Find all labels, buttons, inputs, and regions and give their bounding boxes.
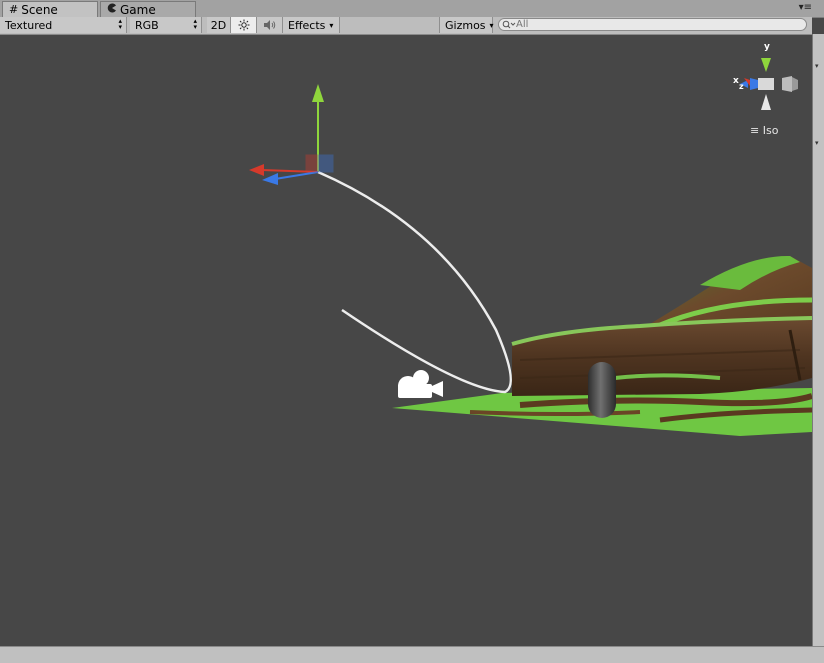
path-curve[interactable] <box>317 170 512 394</box>
orientation-gizmo[interactable]: y x z <box>730 42 800 112</box>
collapse-arrow-icon: ▾ <box>815 62 819 70</box>
sun-icon <box>238 19 249 31</box>
capsule-object[interactable] <box>588 362 616 418</box>
tab-menu-icon[interactable]: ▾≡ <box>799 2 812 13</box>
render-mode-value: RGB <box>135 18 159 32</box>
render-mode-dropdown[interactable]: RGB ▴ ▾ <box>130 17 202 33</box>
tab-scene[interactable]: # Scene <box>2 1 98 17</box>
dropdown-arrows-icon: ▴ ▾ <box>118 17 122 31</box>
projection-label: Iso <box>762 124 779 137</box>
y-axis-arrow-icon <box>312 84 324 102</box>
gizmo-z-label: z <box>739 82 744 91</box>
toggle-2d-label: 2D <box>210 18 227 32</box>
inspector-panel-edge[interactable]: ▾ ▾ <box>812 34 824 646</box>
terrain-cliff[interactable] <box>511 316 813 396</box>
camera-icon[interactable] <box>398 370 443 398</box>
projection-toggle[interactable]: ≡ Iso <box>750 124 778 137</box>
scene-lighting-toggle[interactable] <box>231 17 257 33</box>
grid-icon: # <box>9 3 19 16</box>
transform-gizmo[interactable] <box>249 84 334 185</box>
pacman-icon <box>107 3 117 16</box>
x-axis-arrow-icon <box>249 164 264 176</box>
chevron-down-icon: ▾ <box>489 20 494 30</box>
gizmo-x-label: x <box>733 76 739 86</box>
effects-dropdown[interactable]: Effects ▾ <box>283 17 340 33</box>
axis-cube-icon <box>740 58 798 110</box>
menu-icon: ≡ <box>750 124 760 137</box>
window-tab-bar: # Scene Game ▾≡ <box>0 0 824 18</box>
gizmo-y-label: y <box>764 42 770 52</box>
status-bar <box>0 646 824 663</box>
collapse-arrow-icon: ▾ <box>815 139 819 147</box>
tab-game-label: Game <box>120 2 156 17</box>
speaker-icon <box>263 20 275 30</box>
z-axis-arrow-icon <box>262 173 278 185</box>
tab-scene-label: Scene <box>21 2 58 17</box>
toggle-2d-button[interactable]: 2D <box>207 17 231 33</box>
gizmos-dropdown[interactable]: Gizmos ▾ <box>439 17 494 33</box>
chevron-down-icon: ▾ <box>329 20 334 30</box>
scene-toolbar: Textured ▴▾ RGB ▴▾ 2D Effects ▾ Gizmos <box>0 17 812 35</box>
search-icon <box>502 20 516 29</box>
scene-audio-toggle[interactable] <box>257 17 283 33</box>
zy-plane-handle[interactable] <box>317 154 334 173</box>
z-axis-handle[interactable] <box>274 171 319 180</box>
shading-mode-dropdown[interactable]: Textured ▴ ▾ <box>0 17 127 33</box>
scene-viewport[interactable] <box>0 34 813 646</box>
tab-game[interactable]: Game <box>100 1 196 17</box>
hierarchy-search-field[interactable] <box>498 18 807 31</box>
shading-mode-value: Textured <box>5 18 53 32</box>
scene-canvas <box>249 84 813 436</box>
xy-plane-handle[interactable] <box>305 154 319 173</box>
search-input[interactable] <box>516 19 796 30</box>
effects-label: Effects <box>288 18 326 32</box>
dropdown-arrows-icon: ▴ ▾ <box>193 17 197 31</box>
gizmos-label: Gizmos <box>445 18 486 32</box>
